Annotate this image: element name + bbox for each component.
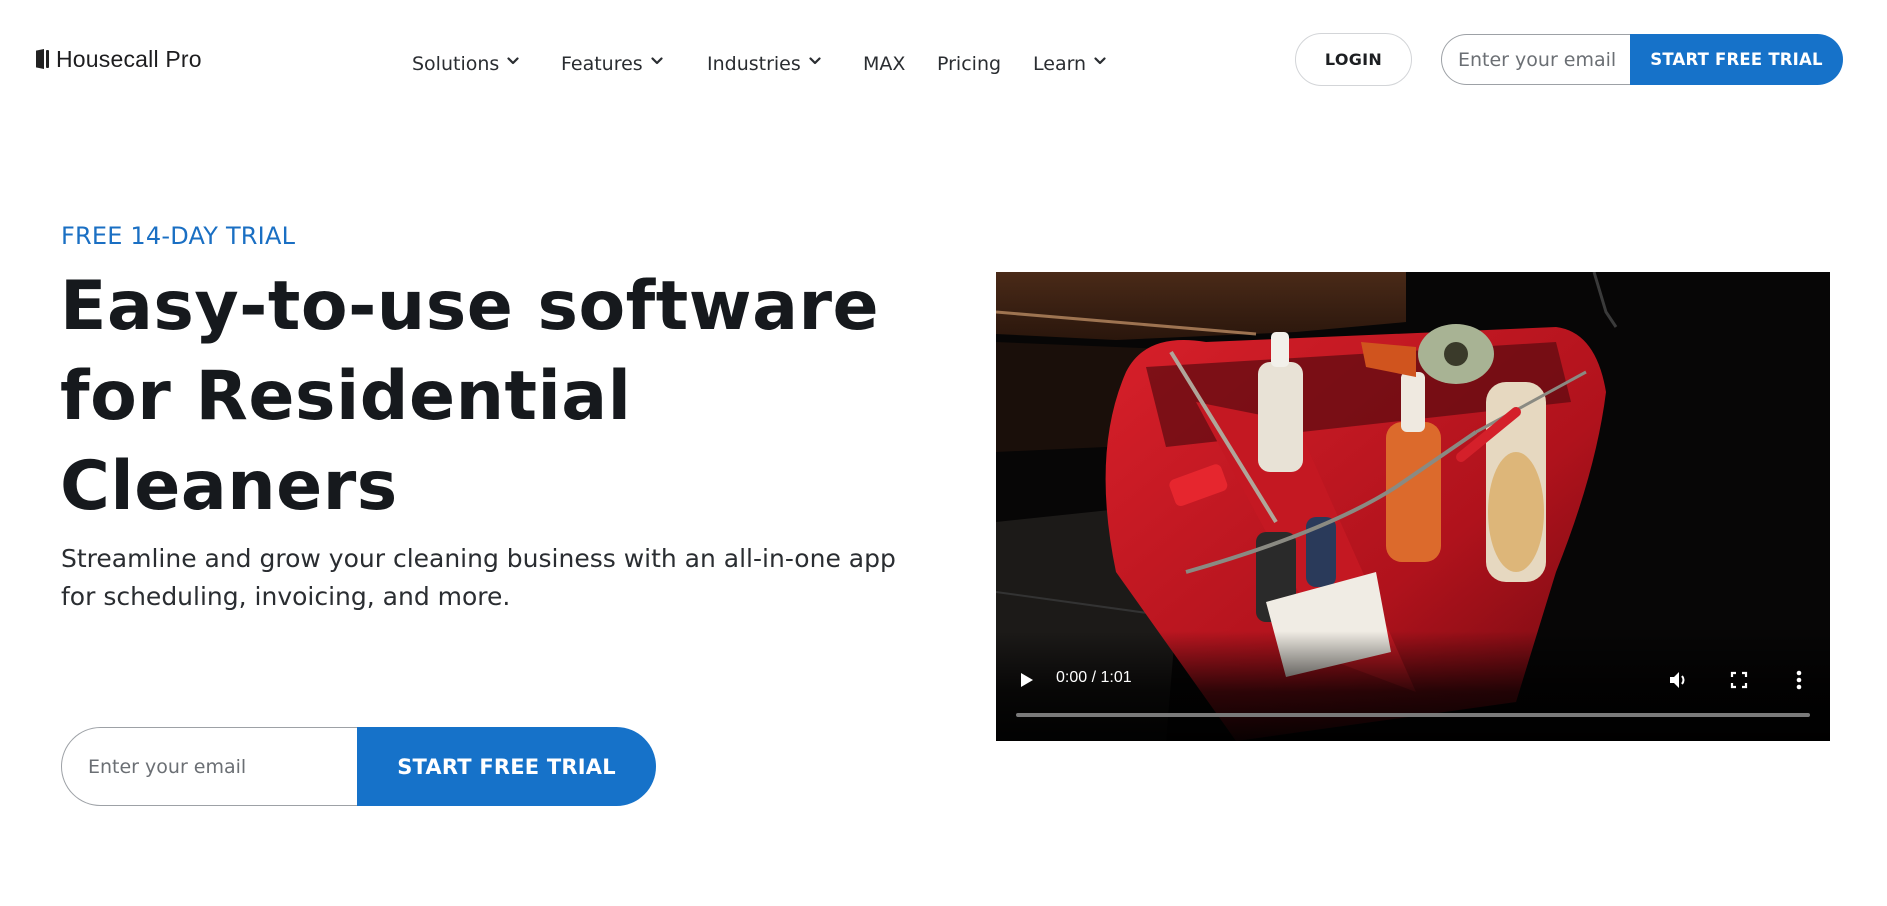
door-icon bbox=[36, 48, 50, 70]
nav-item-max[interactable]: MAX bbox=[863, 50, 905, 78]
hero-email-input[interactable] bbox=[61, 727, 357, 806]
time-display: 0:00 / 1:01 bbox=[1056, 669, 1132, 686]
logo-text: Housecall Pro bbox=[56, 45, 202, 72]
header-start-trial-button[interactable]: START FREE TRIAL bbox=[1630, 34, 1843, 85]
nav-item-label: Pricing bbox=[937, 53, 1002, 75]
nav-item-label: Learn bbox=[1033, 53, 1087, 75]
video-player[interactable]: 0:00 / 1:01 bbox=[996, 272, 1830, 741]
chevron-down-icon bbox=[507, 57, 519, 67]
trial-eyebrow: FREE 14-DAY TRIAL bbox=[61, 222, 296, 250]
nav-item-label: MAX bbox=[863, 53, 906, 75]
nav-item-solutions[interactable]: Solutions bbox=[412, 50, 519, 78]
nav-item-label: Industries bbox=[707, 53, 801, 75]
hero-subhead: Streamline and grow your cleaning busine… bbox=[61, 544, 896, 611]
header-signup-form: START FREE TRIAL bbox=[1441, 34, 1843, 85]
video-progress-bar[interactable] bbox=[1016, 713, 1810, 717]
header-email-input[interactable] bbox=[1441, 34, 1630, 85]
fullscreen-icon[interactable] bbox=[1730, 671, 1748, 693]
more-options-icon[interactable] bbox=[1796, 670, 1802, 694]
page-title: Easy-to-use software for Residential Cle… bbox=[60, 267, 880, 526]
chevron-down-icon bbox=[1094, 57, 1106, 67]
hero-signup-form: START FREE TRIAL bbox=[61, 727, 656, 806]
nav-item-label: Features bbox=[561, 53, 643, 75]
chevron-down-icon bbox=[809, 57, 821, 67]
nav-item-label: Solutions bbox=[412, 53, 500, 75]
login-button[interactable]: LOGIN bbox=[1295, 33, 1412, 86]
logo[interactable]: Housecall Pro bbox=[36, 46, 202, 72]
nav-item-features[interactable]: Features bbox=[561, 50, 663, 78]
play-icon[interactable] bbox=[1020, 672, 1034, 692]
nav-item-pricing[interactable]: Pricing bbox=[937, 50, 1001, 78]
hero-start-trial-button[interactable]: START FREE TRIAL bbox=[357, 727, 656, 806]
chevron-down-icon bbox=[651, 57, 663, 67]
nav-item-industries[interactable]: Industries bbox=[707, 50, 821, 78]
volume-icon[interactable] bbox=[1668, 670, 1690, 694]
nav-item-learn[interactable]: Learn bbox=[1033, 50, 1106, 78]
